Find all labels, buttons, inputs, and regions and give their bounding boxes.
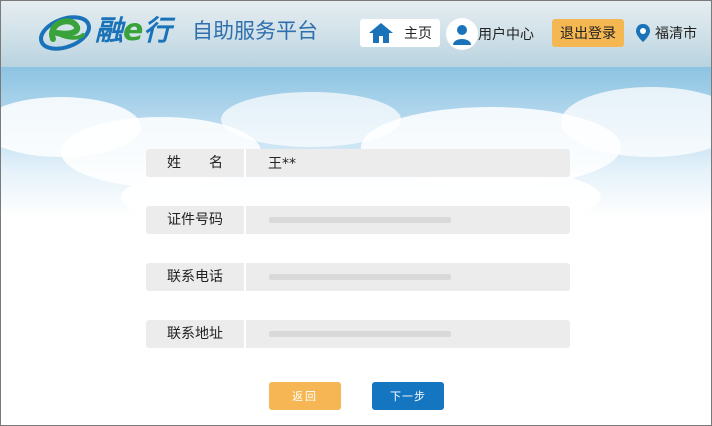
- form-row-phone: 联系电话: [146, 263, 570, 291]
- address-label: 联系地址: [146, 320, 246, 348]
- back-button[interactable]: 返回: [269, 382, 341, 410]
- brand-char-1: 融: [95, 14, 124, 47]
- brand-name: 融e行: [95, 13, 171, 49]
- swoosh-e-logo-icon: [39, 15, 91, 51]
- next-step-button[interactable]: 下一步: [372, 382, 444, 410]
- app-window: 融e行 自助服务平台 主页 用户中心 退出登录 福清市 姓 名 王** 证件号码…: [0, 0, 712, 426]
- avatar: [446, 18, 478, 50]
- logout-button[interactable]: 退出登录: [552, 19, 624, 47]
- user-center-button[interactable]: 用户中心: [446, 18, 546, 50]
- phone-field[interactable]: [269, 274, 451, 280]
- user-center-label: 用户中心: [478, 27, 534, 43]
- city-selector[interactable]: 福清市: [635, 21, 697, 45]
- address-field[interactable]: [269, 331, 451, 337]
- sky-banner: [1, 67, 711, 217]
- brand-char-3: 行: [143, 14, 172, 47]
- platform-title: 自助服务平台: [192, 19, 318, 43]
- form-row-id-number: 证件号码: [146, 206, 570, 234]
- home-label: 主页: [404, 26, 432, 42]
- phone-label: 联系电话: [146, 263, 246, 291]
- user-avatar-icon: [453, 25, 471, 45]
- id-number-label: 证件号码: [146, 206, 246, 234]
- id-number-field[interactable]: [269, 217, 451, 223]
- form-row-address: 联系地址: [146, 320, 570, 348]
- brand-char-e: e: [123, 13, 144, 48]
- location-pin-icon: [636, 24, 650, 42]
- name-label: 姓 名: [146, 149, 246, 177]
- home-button[interactable]: 主页: [360, 19, 440, 47]
- header-bar: 融e行 自助服务平台 主页 用户中心 退出登录 福清市: [1, 1, 711, 67]
- city-label: 福清市: [655, 26, 697, 42]
- name-value: 王**: [268, 156, 296, 172]
- house-icon: [369, 23, 393, 43]
- form-row-name: 姓 名 王**: [146, 149, 570, 177]
